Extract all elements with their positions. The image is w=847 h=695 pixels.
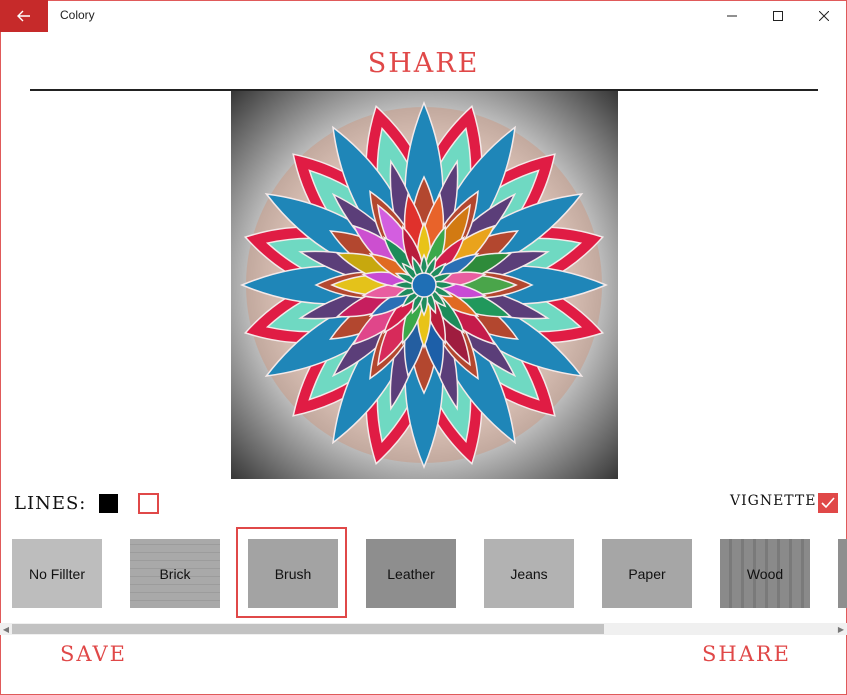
filter-jeans[interactable]: Jeans — [484, 539, 574, 608]
scroll-left-icon[interactable]: ◀ — [0, 623, 12, 635]
maximize-icon — [773, 11, 783, 21]
minimize-icon — [727, 15, 737, 17]
filter-label: No Fillter — [28, 565, 85, 582]
filter-leather[interactable]: Leather — [366, 539, 456, 608]
filter-label: Wood — [746, 565, 784, 582]
filter-wood[interactable]: Wood — [720, 539, 810, 608]
share-button[interactable]: SHARE — [702, 642, 791, 666]
filter-brush[interactable]: Brush — [248, 539, 338, 608]
vignette-label: VIGNETTE — [730, 493, 817, 509]
line-color-black-swatch[interactable] — [99, 494, 118, 513]
lines-label: LINES: — [14, 493, 87, 514]
maximize-button[interactable] — [755, 0, 801, 32]
filter-brick[interactable]: Brick — [130, 539, 220, 608]
back-button[interactable] — [0, 0, 48, 32]
filter-label: Brick — [159, 565, 191, 582]
vignette-checkbox[interactable] — [818, 493, 838, 513]
filter-paper[interactable]: Paper — [602, 539, 692, 608]
page-title: SHARE — [367, 48, 480, 79]
scroll-right-icon[interactable]: ▶ — [835, 623, 847, 635]
filter-no-filter[interactable]: No Fillter — [12, 539, 102, 608]
filter-label: Brush — [274, 565, 312, 582]
close-icon — [819, 11, 829, 21]
filter-label: Jeans — [510, 565, 548, 582]
line-color-white-swatch[interactable] — [138, 493, 159, 514]
filter-label: Paper — [628, 565, 666, 582]
filter-scrollbar-thumb[interactable] — [12, 624, 604, 634]
back-arrow-icon — [17, 10, 30, 22]
minimize-button[interactable] — [709, 0, 755, 32]
checkmark-icon — [821, 497, 835, 509]
filter-partial-next[interactable] — [838, 539, 847, 608]
save-button[interactable]: SAVE — [60, 642, 127, 666]
app-title: Colory — [60, 8, 95, 22]
mandala-artwork — [231, 91, 618, 479]
title-bar: Colory — [0, 0, 847, 32]
close-button[interactable] — [801, 0, 847, 32]
filter-label: Leather — [387, 565, 435, 582]
